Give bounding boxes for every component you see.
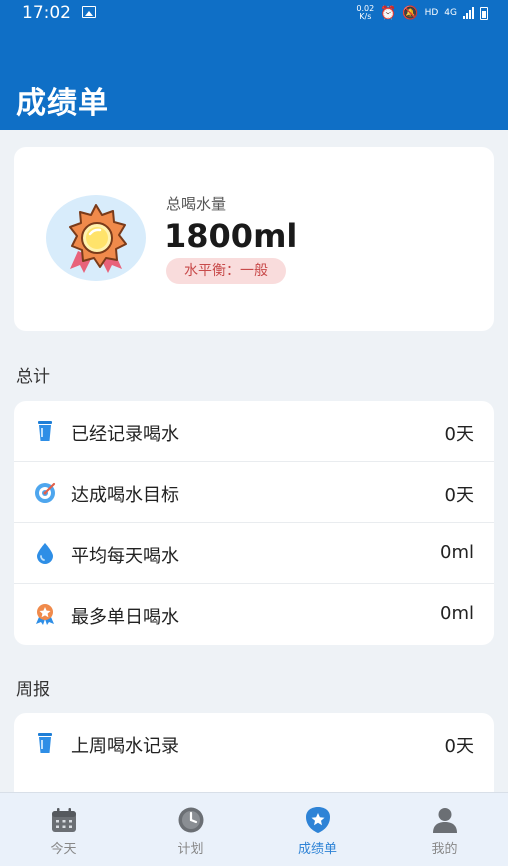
- list-item-label: 已经记录喝水: [71, 424, 179, 445]
- list-item-label: 上周喝水记录: [71, 736, 179, 757]
- person-icon: [432, 808, 457, 833]
- tab-label: 成绩单: [297, 842, 337, 857]
- net-speed: 0.02 K/s: [356, 5, 374, 21]
- list-item[interactable]: 最多单日喝水 0ml: [14, 584, 494, 645]
- list-item[interactable]: 平均每天喝水 0ml: [14, 523, 494, 584]
- summary-card: 总喝水量 1800ml 水平衡：一般: [14, 147, 494, 331]
- tab-label: 我的: [431, 842, 458, 857]
- tab-label: 今天: [50, 842, 77, 857]
- list-item-label: 平均每天喝水: [71, 546, 179, 567]
- status-bar: 17:02 0.02 K/s ⏰ 🔕 HD 4G: [0, 0, 508, 26]
- tab-today[interactable]: 今天: [0, 793, 127, 866]
- tab-plan[interactable]: 计划: [127, 793, 254, 866]
- signal-icon: [463, 7, 474, 19]
- image-notification-icon: [82, 6, 96, 18]
- list-item-value: 0ml: [440, 603, 474, 624]
- list-item-value: 0天: [444, 736, 474, 757]
- list-item[interactable]: 已经记录喝水 0天: [14, 401, 494, 462]
- list-item-value: 0ml: [440, 542, 474, 563]
- calendar-icon: [51, 808, 76, 832]
- medal-icon: [69, 204, 127, 273]
- alarm-icon: ⏰: [380, 5, 397, 21]
- weekly-section-title: 周报: [16, 680, 50, 700]
- total-water-label: 总喝水量: [166, 195, 227, 213]
- network-label: 4G: [444, 8, 457, 18]
- hd-label: HD: [424, 8, 439, 18]
- mute-icon: 🔕: [402, 5, 419, 21]
- star-badge-icon: [36, 604, 54, 625]
- list-item-label: 达成喝水目标: [71, 485, 179, 506]
- cup-icon: [38, 421, 52, 441]
- cup-icon: [38, 733, 52, 753]
- app-header: 17:02 0.02 K/s ⏰ 🔕 HD 4G 成绩单: [0, 0, 508, 130]
- list-item[interactable]: 达成喝水目标 0天: [14, 462, 494, 523]
- water-level-badge: 水平衡：一般: [166, 258, 286, 284]
- page-title: 成绩单: [16, 86, 109, 121]
- list-item[interactable]: 上周喝水记录 0天: [14, 713, 494, 774]
- water-drop-icon: [37, 543, 53, 564]
- totals-section-title: 总计: [16, 367, 50, 387]
- list-item-label: 最多单日喝水: [71, 607, 179, 628]
- status-time: 17:02: [22, 3, 71, 23]
- tab-mine[interactable]: 我的: [381, 793, 508, 866]
- weekly-list: 上周喝水记录 0天: [14, 713, 494, 803]
- tab-label: 计划: [177, 842, 204, 857]
- bottom-tab-bar: 今天 计划 成绩单 我的: [0, 792, 508, 866]
- target-icon: [35, 482, 56, 503]
- list-item-value: 0天: [444, 485, 474, 506]
- clock-icon: [178, 807, 203, 833]
- net-speed-unit: K/s: [359, 12, 372, 21]
- list-item-value: 0天: [444, 424, 474, 445]
- totals-list: 已经记录喝水 0天 达成喝水目标 0天 平均每天喝水 0ml 最多单日喝水 0m…: [14, 401, 494, 645]
- status-icons: 0.02 K/s ⏰ 🔕 HD 4G: [356, 4, 488, 22]
- tab-report[interactable]: 成绩单: [254, 793, 381, 866]
- total-water-value: 1800ml: [164, 217, 298, 255]
- battery-icon: [480, 6, 488, 20]
- report-badge-icon: [305, 807, 330, 833]
